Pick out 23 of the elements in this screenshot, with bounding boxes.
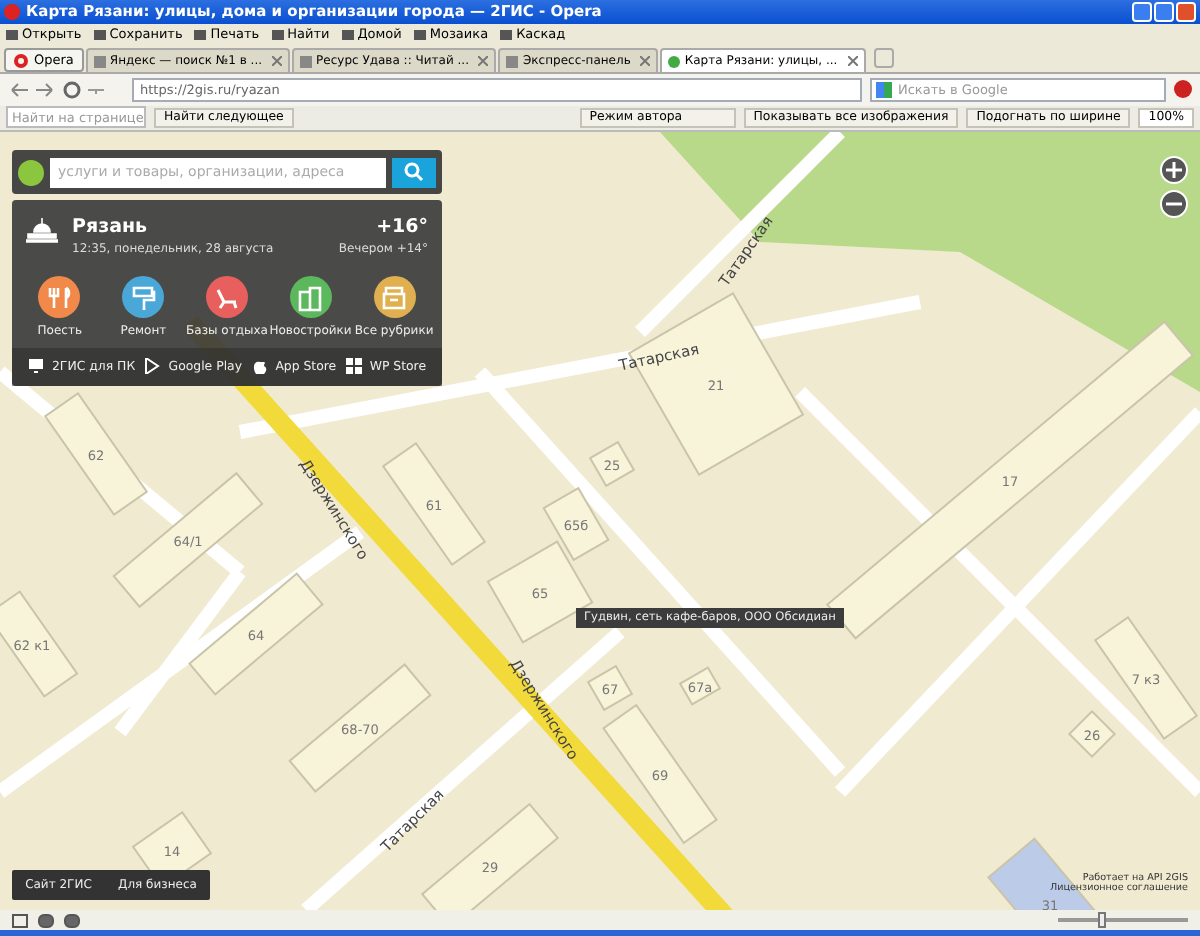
temperature: +16° [376, 216, 428, 239]
map[interactable] [0, 132, 1200, 911]
panel-toggle-icon[interactable] [12, 913, 28, 928]
windows-icon [345, 358, 362, 375]
computer-icon [28, 358, 44, 375]
search-button[interactable] [392, 157, 436, 188]
city-name: Рязань [72, 216, 150, 239]
close-tab-icon[interactable] [272, 56, 283, 67]
close-tab-icon[interactable] [478, 56, 489, 67]
logo-icon [18, 159, 44, 186]
adblock-icon[interactable] [1174, 80, 1192, 99]
plus-icon [1166, 162, 1182, 179]
search-icon [404, 162, 424, 183]
opera-logo-icon [4, 3, 20, 20]
play-icon [144, 358, 161, 375]
maximize-button[interactable] [1154, 1, 1174, 22]
apple-icon [251, 358, 268, 375]
close-tab-icon[interactable] [847, 56, 858, 67]
close-button[interactable] [1176, 1, 1196, 22]
close-tab-icon[interactable] [640, 56, 651, 67]
zoom-slider[interactable] [1058, 918, 1188, 923]
minimize-button[interactable] [1132, 1, 1152, 22]
landmark-icon [26, 216, 58, 245]
